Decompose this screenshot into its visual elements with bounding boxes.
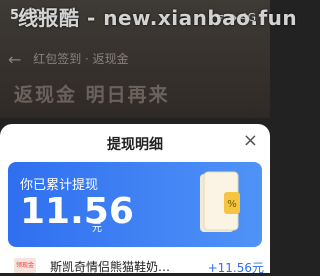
withdraw-list-item[interactable]: 领现金 斯凯奇情侣熊猫鞋奶… +11.56元 xyxy=(0,258,270,276)
item-title: 斯凯奇情侣熊猫鞋奶… xyxy=(50,260,171,274)
close-icon[interactable]: × xyxy=(243,130,258,151)
total-withdraw-card: 你已累计提现 11.56 元 % xyxy=(8,162,262,247)
card-unit: 元 xyxy=(92,223,102,234)
wallet-icon: % xyxy=(200,171,240,232)
sheet-title: 提现明细 xyxy=(107,137,163,153)
back-button[interactable]: ← xyxy=(8,50,21,69)
nav-title: 红包签到 · 返现金 xyxy=(33,52,129,66)
banner-text: 返现金 明日再来 xyxy=(14,84,170,106)
watermark: 线报酷 - new.xianbao.fun xyxy=(18,6,298,30)
card-amount: 11.56 xyxy=(20,191,134,232)
withdraw-sheet: 提现明细 × 你已累计提现 11.56 元 % 领现金 斯凯奇情侣熊猫鞋奶… +… xyxy=(0,124,270,276)
item-thumbnail: 领现金 xyxy=(14,258,36,273)
percent-mark: % xyxy=(227,199,237,210)
nav-bar: ← 红包签到 · 返现金 xyxy=(8,50,129,69)
item-amount: +11.56元 xyxy=(207,261,264,275)
